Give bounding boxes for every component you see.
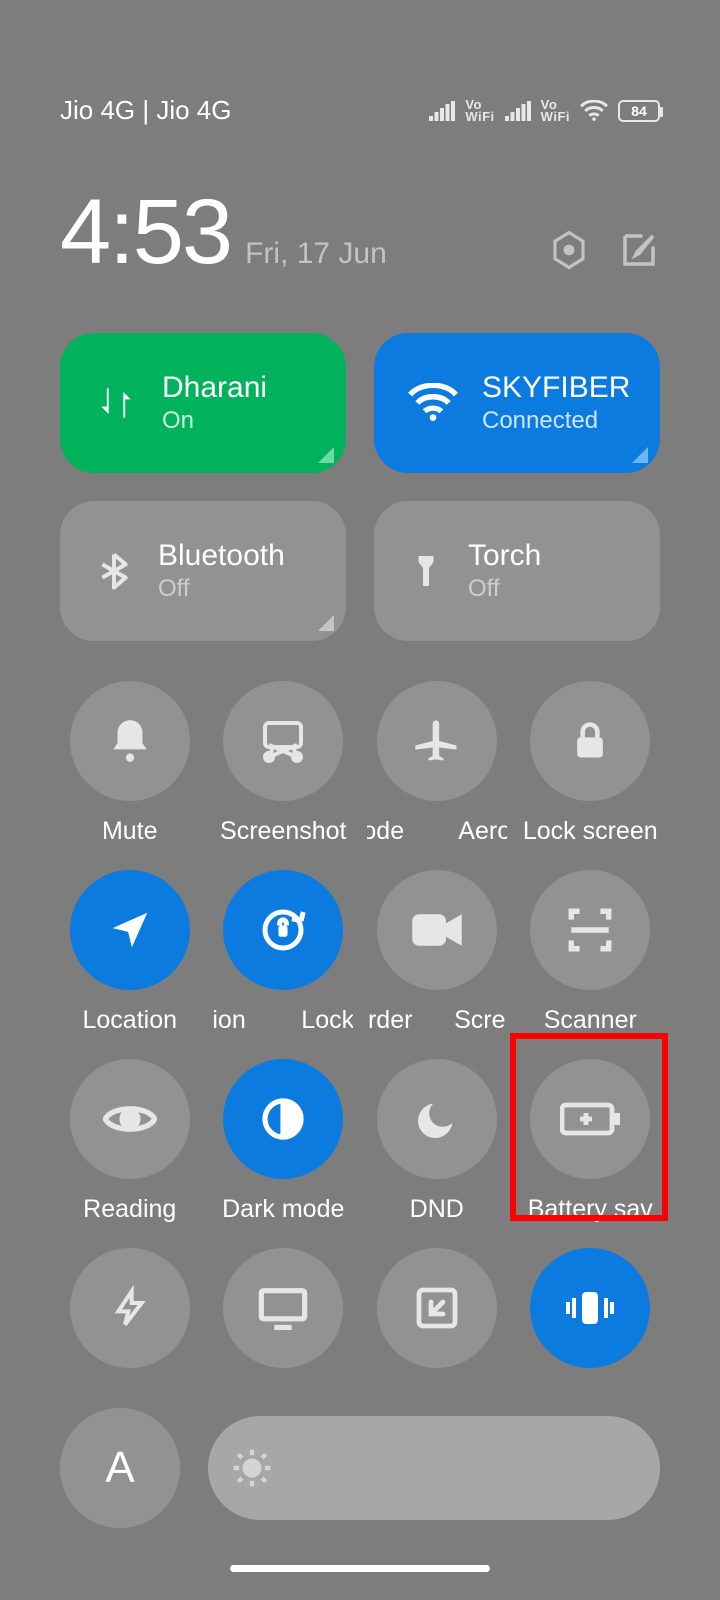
rotation-lock-toggle[interactable] [223,870,343,990]
dark-mode-toggle[interactable] [223,1059,343,1179]
screenshot-toggle[interactable] [223,681,343,801]
rotation-lock-icon [256,903,310,957]
airplane-toggle[interactable] [377,681,497,801]
auto-brightness-label: A [105,1443,134,1493]
tile-sub: Off [158,575,285,603]
tile-title: SKYFIBER [482,371,630,405]
toggle-label: rder Scre [368,1006,506,1035]
scanner-toggle[interactable] [530,870,650,990]
vowifi-indicator-2: Vo WiFi [541,99,570,123]
toggle-label: Mute [102,817,158,846]
location-toggle[interactable] [70,870,190,990]
lock-icon [568,717,612,765]
battery-indicator: 84 [618,100,660,122]
brightness-slider[interactable] [208,1416,660,1520]
tile-sub: On [162,407,267,435]
battery-level: 84 [631,103,647,119]
torch-tile[interactable]: Torch Off [374,501,660,641]
sun-icon [230,1446,274,1490]
toggle-label: Screenshot [220,817,346,846]
location-arrow-icon [107,907,153,953]
carrier-text: Jio 4G | Jio 4G [60,95,232,126]
floating-window-toggle[interactable] [377,1248,497,1368]
status-bar: Jio 4G | Jio 4G Vo WiFi Vo WiFi 84 [60,0,660,126]
lock-screen-toggle[interactable] [530,681,650,801]
moon-icon [414,1096,460,1142]
auto-brightness-toggle[interactable]: A [60,1408,180,1528]
scan-icon [565,905,615,955]
vowifi-indicator-1: Vo WiFi [465,99,494,123]
vibrate-icon [560,1286,620,1330]
home-indicator[interactable] [230,1565,490,1572]
expand-icon [413,1284,461,1332]
wifi-tile[interactable]: SKYFIBER Connected [374,333,660,473]
monitor-icon [257,1286,309,1330]
tile-title: Dharani [162,371,267,405]
eye-icon [103,1101,157,1137]
bolt-icon [110,1282,150,1334]
toggle-label: Reading [83,1195,176,1224]
reading-mode-toggle[interactable] [70,1059,190,1179]
mute-toggle[interactable] [70,681,190,801]
tile-title: Bluetooth [158,539,285,573]
clock-date: Fri, 17 Jun [245,237,387,279]
wifi-icon [408,383,458,423]
airplane-icon [411,715,463,767]
mobile-data-tile[interactable]: Dharani On [60,333,346,473]
highlight-box [510,1033,668,1221]
edit-icon[interactable] [618,229,660,271]
tile-sub: Off [468,575,541,603]
status-icons: Vo WiFi Vo WiFi 84 [429,99,660,123]
cast-toggle[interactable] [223,1248,343,1368]
toggle-label: ode Aero [367,817,507,846]
signal-icon [429,101,455,121]
toggle-label: Dark mode [222,1195,344,1224]
videocam-icon [410,910,464,950]
vibrate-toggle[interactable] [530,1248,650,1368]
performance-toggle[interactable] [70,1248,190,1368]
bluetooth-tile[interactable]: Bluetooth Off [60,501,346,641]
toggle-label: Location [82,1006,177,1035]
bluetooth-icon [94,548,134,594]
clock-time: 4:53 [60,186,231,278]
contrast-icon [259,1095,307,1143]
screen-recorder-toggle[interactable] [377,870,497,990]
settings-icon[interactable] [548,229,590,271]
flashlight-icon [408,548,444,594]
toggle-label: Lock screen [523,817,658,846]
dnd-toggle[interactable] [377,1059,497,1179]
tile-title: Torch [468,539,541,573]
toggle-label: DND [410,1195,464,1224]
tile-sub: Connected [482,407,630,435]
data-arrows-icon [94,381,138,425]
toggle-label: Scanner [544,1006,637,1035]
scissors-icon [257,717,309,765]
wifi-icon [580,100,608,122]
bell-icon [105,716,155,766]
signal-icon-2 [505,101,531,121]
toggle-label: ion Lock [214,1006,354,1035]
